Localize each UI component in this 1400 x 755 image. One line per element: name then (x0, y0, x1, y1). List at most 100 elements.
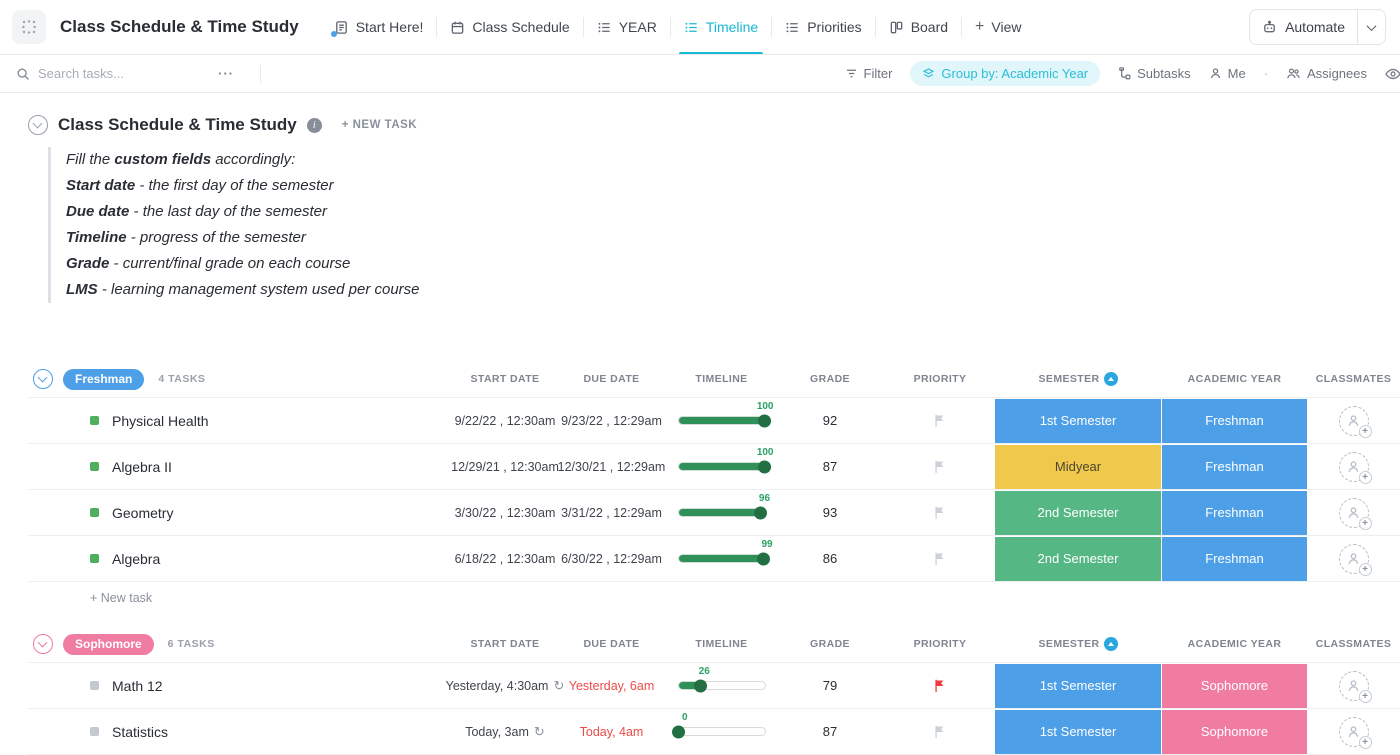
priority-flag[interactable] (885, 678, 995, 693)
column-header-academic-year[interactable]: ACADEMIC YEAR (1162, 373, 1307, 385)
column-header-due-date[interactable]: DUE DATE (555, 638, 668, 650)
status-icon[interactable] (90, 508, 99, 517)
task-name[interactable]: Algebra (112, 551, 160, 567)
priority-flag[interactable] (885, 551, 995, 566)
column-header-priority[interactable]: PRIORITY (885, 373, 995, 385)
task-row[interactable]: Statistics Today, 3am↻ Today, 4am 0 87 1… (28, 709, 1400, 755)
academic-year-field[interactable]: Sophomore (1162, 664, 1307, 708)
task-name[interactable]: Math 12 (112, 678, 163, 694)
tab-class-schedule[interactable]: Class Schedule (437, 0, 582, 54)
collapse-section-chevron-icon[interactable] (28, 115, 48, 135)
more-options-button[interactable]: ··· (218, 66, 234, 81)
due-date[interactable]: Yesterday, 6am (555, 679, 668, 693)
tab-timeline[interactable]: Timeline (671, 0, 771, 54)
timeline-progress[interactable]: 96 (668, 508, 775, 517)
grade-value[interactable]: 79 (775, 678, 885, 693)
add-view-button[interactable]: + View (962, 0, 1034, 54)
grade-value[interactable]: 87 (775, 459, 885, 474)
grade-value[interactable]: 92 (775, 413, 885, 428)
column-header-timeline[interactable]: TIMELINE (668, 638, 775, 650)
task-name[interactable]: Geometry (112, 505, 173, 521)
status-icon[interactable] (90, 681, 99, 690)
task-name[interactable]: Statistics (112, 724, 168, 740)
filter-button[interactable]: Filter (845, 66, 893, 81)
semester-field[interactable]: Midyear (995, 445, 1161, 489)
task-name[interactable]: Physical Health (112, 413, 209, 429)
column-header-grade[interactable]: GRADE (775, 373, 885, 385)
task-row[interactable]: Algebra 6/18/22 , 12:30am 6/30/22 , 12:2… (28, 536, 1400, 582)
status-icon[interactable] (90, 727, 99, 736)
search-input[interactable] (38, 66, 188, 81)
due-date[interactable]: 9/23/22 , 12:29am (555, 414, 668, 428)
task-row[interactable]: Physical Health 9/22/22 , 12:30am 9/23/2… (28, 398, 1400, 444)
column-header-classmates[interactable]: CLASSMATES (1307, 373, 1400, 385)
start-date[interactable]: 12/29/21 , 12:30am (455, 460, 555, 474)
semester-field[interactable]: 2nd Semester (995, 491, 1161, 535)
group-badge[interactable]: Freshman (63, 369, 144, 390)
start-date[interactable]: 9/22/22 , 12:30am (455, 414, 555, 428)
assignees-button[interactable]: Assignees (1286, 66, 1367, 81)
task-row[interactable]: Algebra II 12/29/21 , 12:30am 12/30/21 ,… (28, 444, 1400, 490)
automate-button[interactable]: Automate (1249, 9, 1386, 45)
task-name[interactable]: Algebra II (112, 459, 172, 475)
timeline-progress[interactable]: 100 (668, 462, 775, 471)
priority-flag[interactable] (885, 413, 995, 428)
column-header-semester[interactable]: SEMESTER (995, 637, 1162, 651)
start-date[interactable]: Today, 3am↻ (455, 724, 555, 740)
column-header-classmates[interactable]: CLASSMATES (1307, 638, 1400, 650)
task-row[interactable]: Geometry 3/30/22 , 12:30am 3/31/22 , 12:… (28, 490, 1400, 536)
semester-field[interactable]: 1st Semester (995, 399, 1161, 443)
column-header-semester[interactable]: SEMESTER (995, 372, 1162, 386)
priority-flag[interactable] (885, 505, 995, 520)
timeline-progress[interactable]: 100 (668, 416, 775, 425)
priority-flag[interactable] (885, 459, 995, 474)
academic-year-field[interactable]: Freshman (1162, 491, 1307, 535)
column-header-priority[interactable]: PRIORITY (885, 638, 995, 650)
new-task-button[interactable]: + NEW TASK (342, 119, 417, 131)
collapse-group-chevron-icon[interactable] (33, 369, 53, 389)
add-assignee-avatar[interactable]: + (1339, 406, 1369, 436)
tab-year[interactable]: YEAR (584, 0, 670, 54)
start-date[interactable]: Yesterday, 4:30am↻ (455, 678, 555, 694)
automate-dropdown[interactable] (1358, 24, 1385, 31)
column-header-grade[interactable]: GRADE (775, 638, 885, 650)
semester-field[interactable]: 1st Semester (995, 664, 1161, 708)
timeline-progress[interactable]: 0 (668, 727, 775, 736)
column-header-timeline[interactable]: TIMELINE (668, 373, 775, 385)
status-icon[interactable] (90, 554, 99, 563)
group-badge[interactable]: Sophomore (63, 634, 154, 655)
add-assignee-avatar[interactable]: + (1339, 544, 1369, 574)
grade-value[interactable]: 93 (775, 505, 885, 520)
semester-field[interactable]: 1st Semester (995, 710, 1161, 754)
academic-year-field[interactable]: Freshman (1162, 537, 1307, 581)
grade-value[interactable]: 87 (775, 724, 885, 739)
status-icon[interactable] (90, 416, 99, 425)
search-box[interactable] (16, 66, 188, 81)
start-date[interactable]: 3/30/22 , 12:30am (455, 506, 555, 520)
column-header-academic-year[interactable]: ACADEMIC YEAR (1162, 638, 1307, 650)
group-by-button[interactable]: Group by: Academic Year (910, 61, 1100, 86)
column-header-due-date[interactable]: DUE DATE (555, 373, 668, 385)
status-icon[interactable] (90, 462, 99, 471)
column-header-start-date[interactable]: START DATE (455, 638, 555, 650)
priority-flag[interactable] (885, 724, 995, 739)
task-row[interactable]: Math 12 Yesterday, 4:30am↻ Yesterday, 6a… (28, 663, 1400, 709)
add-assignee-avatar[interactable]: + (1339, 671, 1369, 701)
due-date[interactable]: 3/31/22 , 12:29am (555, 506, 668, 520)
automate-main[interactable]: Automate (1250, 19, 1357, 35)
add-assignee-avatar[interactable]: + (1339, 498, 1369, 528)
timeline-progress[interactable]: 26 (668, 681, 775, 690)
due-date[interactable]: Today, 4am (555, 725, 668, 739)
workspace-icon[interactable] (12, 10, 46, 44)
add-assignee-avatar[interactable]: + (1339, 717, 1369, 747)
subtasks-button[interactable]: Subtasks (1118, 66, 1190, 81)
start-date[interactable]: 6/18/22 , 12:30am (455, 552, 555, 566)
due-date[interactable]: 6/30/22 , 12:29am (555, 552, 668, 566)
grade-value[interactable]: 86 (775, 551, 885, 566)
sort-ascending-icon[interactable] (1104, 372, 1118, 386)
semester-field[interactable]: 2nd Semester (995, 537, 1161, 581)
sort-ascending-icon[interactable] (1104, 637, 1118, 651)
me-filter-button[interactable]: Me (1209, 66, 1246, 81)
due-date[interactable]: 12/30/21 , 12:29am (555, 460, 668, 474)
new-task-button[interactable]: + New task (28, 582, 1400, 614)
